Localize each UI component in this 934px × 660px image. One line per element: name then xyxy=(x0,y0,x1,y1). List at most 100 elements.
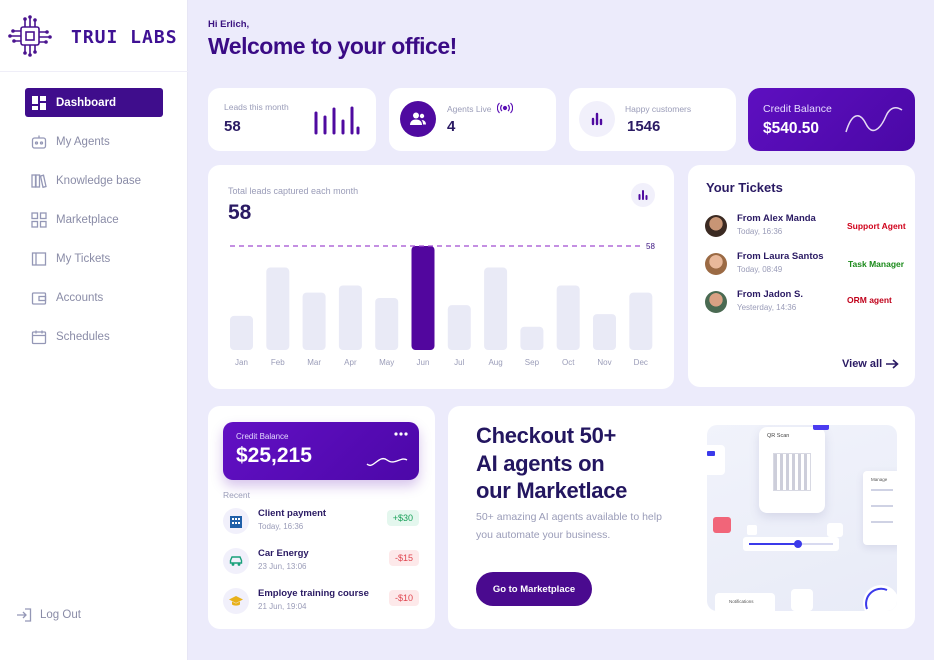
transaction-row[interactable]: Client payment Today, 16:36 +$30 xyxy=(223,506,419,538)
transaction-date: Today, 16:36 xyxy=(258,522,304,531)
ticket-item[interactable]: From Laura Santos Today, 08:49 Task Mana… xyxy=(705,251,905,279)
chart-bar-jul[interactable] xyxy=(447,305,471,350)
transaction-amount: -$15 xyxy=(388,550,419,566)
sidebar-item-marketplace[interactable]: Marketplace xyxy=(25,205,163,234)
chart-bar-dec[interactable] xyxy=(629,292,653,350)
wallet-icon xyxy=(31,290,47,306)
sidebar-item-label: Schedules xyxy=(56,330,110,343)
transaction-amount: -$10 xyxy=(388,590,419,606)
leads-bar-chart: Jan Feb Mar Apr May Jun Jul Aug Sep Oct Nov Dec 58 xyxy=(230,242,655,367)
sidebar-item-schedules[interactable]: Schedules xyxy=(25,322,163,351)
wallet-balance-card[interactable]: Credit Balance $25,215 xyxy=(223,422,419,480)
ticket-time: Yesterday, 14:36 xyxy=(737,303,797,312)
chart-x-label: Aug xyxy=(488,358,502,367)
stat-card-agents: Agents Live 4 xyxy=(389,88,556,151)
more-options-icon[interactable] xyxy=(393,431,409,437)
dashboard-icon xyxy=(31,95,47,111)
decor-tile xyxy=(747,525,757,535)
sidebar-item-label: Accounts xyxy=(56,291,104,304)
users-icon xyxy=(400,101,436,137)
ticket-time: Today, 08:49 xyxy=(737,265,783,274)
chart-bar-may[interactable] xyxy=(375,298,399,350)
chart-bar-apr[interactable] xyxy=(338,285,362,350)
ticket-time: Today, 16:36 xyxy=(737,227,783,236)
marketplace-heading: Checkout 50+ AI agents on our Marketlace xyxy=(476,422,676,505)
greeting: Hi Erlich, xyxy=(208,19,250,30)
decor-tile xyxy=(791,589,813,611)
logout-label: Log Out xyxy=(40,609,81,621)
stat-card-leads: Leads this month 58 xyxy=(208,88,376,151)
view-all-label: View all xyxy=(842,358,883,370)
chart-bar-oct[interactable] xyxy=(556,285,580,350)
chart-bar-jun[interactable] xyxy=(411,246,435,350)
chart-x-label: Jun xyxy=(417,358,430,367)
phone-mockup: QR Scan xyxy=(759,427,825,513)
chart-bar-mar[interactable] xyxy=(302,292,326,350)
chart-x-label: Jan xyxy=(235,358,248,367)
chart-x-label: Mar xyxy=(307,358,321,367)
decor-tile xyxy=(713,517,731,533)
stat-label: Leads this month xyxy=(224,102,289,112)
building-icon xyxy=(223,508,249,534)
tickets-title: Your Tickets xyxy=(706,180,783,195)
decor-line xyxy=(871,505,893,507)
manage-panel: Manage xyxy=(863,471,897,545)
transaction-date: 21 Jun, 19:04 xyxy=(258,602,307,611)
notifications-label: Notifications xyxy=(729,599,754,604)
transaction-name: Employe training course xyxy=(258,588,369,599)
stat-value: 1546 xyxy=(627,118,661,135)
ticket-icon xyxy=(31,251,47,267)
chart-x-label: Feb xyxy=(271,358,285,367)
marketplace-description: 50+ amazing AI agents available to help … xyxy=(476,511,662,541)
page-title: Welcome to your office! xyxy=(208,33,457,59)
transaction-row[interactable]: Employe training course 21 Jun, 19:04 -$… xyxy=(223,586,419,618)
mini-bars-icon xyxy=(314,106,360,135)
credit-balance-value: $540.50 xyxy=(763,120,820,137)
ticket-item[interactable]: From Jadon S. Yesterday, 14:36 ORM agent xyxy=(705,289,905,317)
decor-tile xyxy=(707,445,725,475)
slider-mockup xyxy=(743,537,839,551)
decor-chip xyxy=(707,451,715,456)
transaction-name: Car Energy xyxy=(258,548,309,559)
logout-icon xyxy=(16,607,32,623)
decor-line xyxy=(871,521,893,523)
arrow-right-icon xyxy=(886,359,899,369)
tickets-card: Your Tickets From Alex Manda Today, 16:3… xyxy=(688,165,915,387)
bar-chart-icon xyxy=(579,101,615,137)
recent-label: Recent xyxy=(223,490,250,500)
logout-button[interactable]: Log Out xyxy=(16,607,81,623)
view-all-link[interactable]: View all xyxy=(842,358,899,370)
chart-bar-jan[interactable] xyxy=(230,315,253,350)
chart-bar-aug[interactable] xyxy=(484,267,508,350)
wallet-card: Credit Balance $25,215 Recent Client pay… xyxy=(208,406,435,629)
stat-value: 58 xyxy=(224,118,241,135)
chart-x-label: Dec xyxy=(634,358,648,367)
slider-knob xyxy=(794,540,802,548)
sidebar-item-label: My Tickets xyxy=(56,252,111,265)
credit-balance-card[interactable]: Credit Balance $540.50 xyxy=(748,88,915,151)
avatar xyxy=(705,291,727,313)
sidebar-item-accounts[interactable]: Accounts xyxy=(25,283,163,312)
sidebar-item-dashboard[interactable]: Dashboard xyxy=(25,88,163,117)
live-signal-icon xyxy=(497,102,513,114)
grid-icon xyxy=(31,211,47,228)
sidebar-item-my-agents[interactable]: My Agents xyxy=(25,127,163,156)
chart-x-label: Nov xyxy=(597,358,611,367)
manage-label: Manage xyxy=(871,477,888,482)
ticket-from: From Jadon S. xyxy=(737,289,803,300)
chart-bar-feb[interactable] xyxy=(266,267,290,350)
go-to-marketplace-button[interactable]: Go to Marketplace xyxy=(476,572,592,606)
sidebar-item-label: Dashboard xyxy=(56,96,117,109)
sidebar-item-knowledge-base[interactable]: Knowledge base xyxy=(25,166,163,195)
gauge-icon xyxy=(863,585,897,611)
transaction-row[interactable]: Car Energy 23 Jun, 13:06 -$15 xyxy=(223,546,419,578)
sidebar-item-label: My Agents xyxy=(56,135,110,148)
chart-bar-sep[interactable] xyxy=(520,326,544,350)
ticket-tag: Support Agent xyxy=(847,221,906,231)
chart-bar-nov[interactable] xyxy=(593,314,616,350)
decor-chip xyxy=(813,425,829,430)
ticket-item[interactable]: From Alex Manda Today, 16:36 Support Age… xyxy=(705,213,906,241)
wallet-balance-label: Credit Balance xyxy=(236,432,289,441)
sidebar-item-my-tickets[interactable]: My Tickets xyxy=(25,244,163,273)
slider-fill xyxy=(749,543,797,545)
